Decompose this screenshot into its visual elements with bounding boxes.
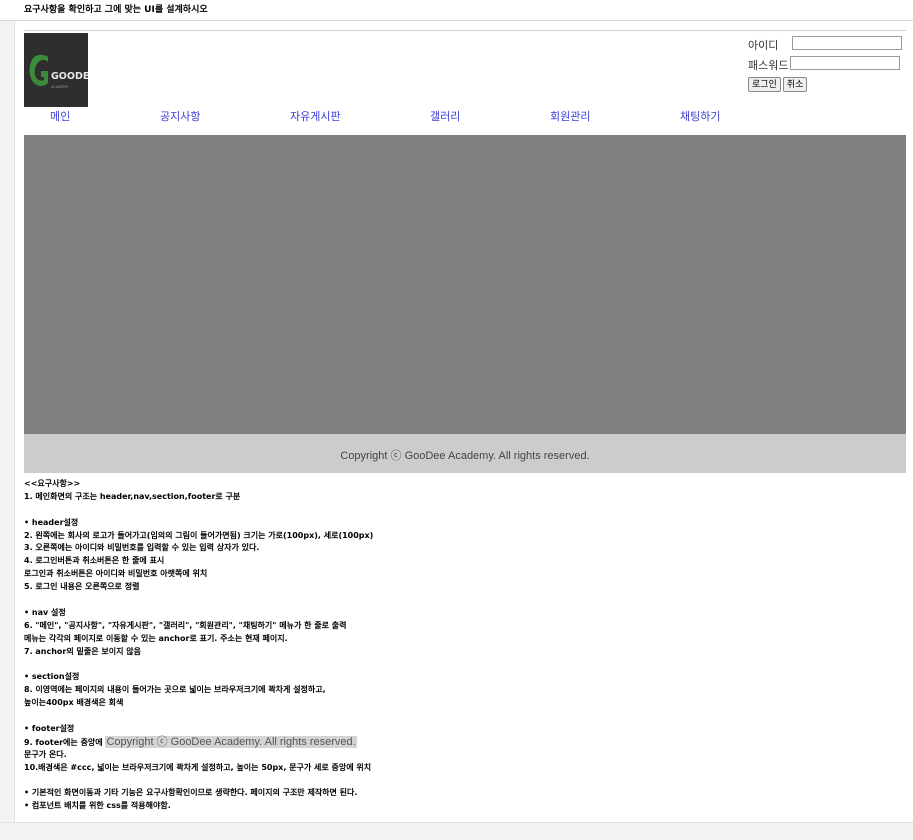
- login-buttons: 로그인 취소: [748, 77, 809, 92]
- requirements-heading: <<요구사항>>: [24, 479, 81, 488]
- page-footer: Copyright ⓒ GooDee Academy. All rights r…: [24, 434, 906, 473]
- logo-text: GOODEE: [51, 71, 88, 82]
- nav-notice[interactable]: 공지사항: [160, 108, 200, 124]
- requirement-9-copyright: Copyright ⓒ GooDee Academy. All rights r…: [105, 735, 357, 748]
- top-divider: [0, 20, 913, 21]
- cancel-button[interactable]: 취소: [782, 77, 808, 92]
- section-settings-title: • section설정: [24, 672, 80, 682]
- requirement-9b: 문구가 온다.: [24, 749, 67, 759]
- header-settings-title: • header설정: [24, 517, 79, 527]
- password-row: 패스워드: [748, 55, 908, 75]
- id-row: 아이디: [748, 35, 908, 55]
- requirement-2: 2. 왼쪽에는 회사의 로고가 들어가고(임의의 그림이 들어가면됨) 크기는 …: [24, 530, 374, 540]
- requirement-4b: 로그인과 취소버튼은 아이디와 비밀번호 아랫쪽에 위치: [24, 569, 208, 579]
- nav-chat[interactable]: 채팅하기: [680, 108, 720, 124]
- content-section: [24, 135, 906, 434]
- bottom-bar: [0, 822, 913, 840]
- requirement-8: 8. 이영역에는 페이지의 내용이 들어가는 곳으로 넓이는 브라우저크기에 꽉…: [24, 685, 326, 695]
- requirement-4: 4. 로그인버튼과 취소버튼은 한 줄에 표시: [24, 556, 165, 566]
- footer-copyright: Copyright ⓒ GooDee Academy. All rights r…: [340, 450, 590, 462]
- note-2: • 컴포넌트 배치를 위한 css를 적용해야함.: [24, 801, 171, 811]
- requirement-6: 6. "메인", "공지사항", "자유게시판", "갤러리", "회원관리",…: [24, 620, 347, 630]
- nav-members[interactable]: 회원관리: [550, 108, 590, 124]
- requirement-10: 10.배경색은 #ccc, 넓이는 브라우저크기에 꽉차게 설정하고, 높이는 …: [24, 762, 372, 772]
- note-1: • 기본적인 화면이동과 기타 기능은 요구사항확인이므로 생략한다. 페이지의…: [24, 788, 358, 798]
- nav-main[interactable]: 메인: [50, 108, 70, 124]
- requirement-9: 9. footer에는 중앙에 Copyright ⓒ GooDee Acade…: [24, 735, 904, 749]
- requirement-3: 3. 오른쪽에는 아이디와 비밀번호를 입력할 수 있는 입력 상자가 있다.: [24, 543, 260, 553]
- requirement-9-prefix: 9. footer에는 중앙에: [24, 737, 103, 747]
- logo-image: GOODEE ACADEMY: [24, 33, 88, 107]
- main-nav: 메인 공지사항 자유게시판 갤러리 회원관리 채팅하기: [24, 108, 784, 124]
- requirements-list: <<요구사항>> 1. 메인화면의 구조는 header,nav,section…: [24, 478, 904, 813]
- logo-subtext: ACADEMY: [51, 85, 69, 89]
- id-input[interactable]: [792, 36, 902, 50]
- page-title: 요구사항을 확인하고 그에 맞는 UI를 설계하시오: [24, 5, 208, 15]
- requirement-5: 5. 로그인 내용은 오른쪽으로 정렬: [24, 582, 140, 592]
- left-gutter: [0, 21, 15, 839]
- requirement-1: 1. 메인화면의 구조는 header,nav,section,footer로 …: [24, 491, 241, 501]
- footer-settings-title: • footer설정: [24, 723, 75, 733]
- nav-settings-title: • nav 설정: [24, 607, 66, 617]
- login-button[interactable]: 로그인: [748, 77, 781, 92]
- id-label: 아이디: [748, 39, 779, 52]
- requirement-6b: 메뉴는 각각의 페이지로 이동할 수 있는 anchor로 표기. 주소는 현재…: [24, 633, 288, 643]
- login-form: 아이디 패스워드 로그인 취소: [748, 35, 908, 92]
- preview-frame: GOODEE ACADEMY 아이디 패스워드 로그인취소 메인 공지사항 자유…: [24, 30, 906, 473]
- requirement-7: 7. anchor의 밑줄은 보이지 않음: [24, 646, 141, 656]
- company-logo[interactable]: GOODEE ACADEMY: [24, 33, 88, 107]
- nav-gallery[interactable]: 갤러리: [430, 108, 460, 124]
- requirement-8b: 높이는400px 배경색은 회색: [24, 698, 124, 708]
- nav-free-board[interactable]: 자유게시판: [290, 108, 341, 124]
- password-label: 패스워드: [748, 59, 789, 72]
- password-input[interactable]: [790, 56, 900, 70]
